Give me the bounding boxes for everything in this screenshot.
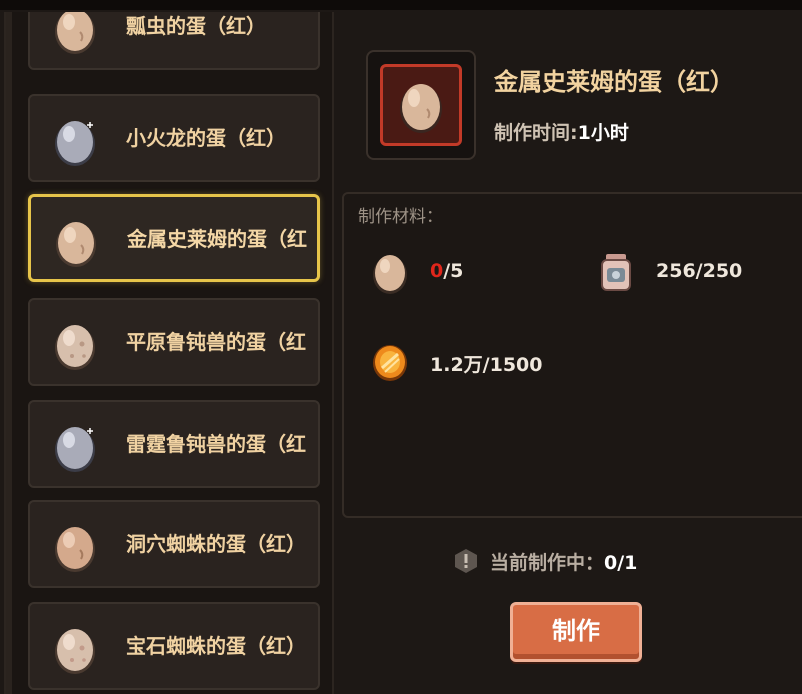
recipe-label: 金属史莱姆的蛋（红 [127, 227, 307, 251]
product-icon-frame [366, 50, 476, 160]
tan-egg-icon [50, 520, 100, 572]
top-bar [0, 0, 802, 10]
material-quantity: 256/250 [656, 260, 742, 282]
craft-time-value: 1小时 [577, 122, 629, 144]
recipe-item[interactable]: 宝石蜘蛛的蛋（红） [28, 602, 320, 690]
recipe-label: 雷霆鲁钝兽的蛋（红 [126, 432, 306, 456]
recipe-item[interactable]: 平原鲁钝兽的蛋（红 [28, 298, 320, 386]
tan-egg-icon [400, 84, 442, 133]
craft-time-label: 制作时间: [494, 122, 578, 144]
recipe-label: 洞穴蜘蛛的蛋（红） [126, 532, 306, 556]
recipe-item[interactable]: 雷霆鲁钝兽的蛋（红 [28, 400, 320, 488]
material-quantity: 1.2万/1500 [430, 350, 543, 377]
recipe-item[interactable]: 瓢虫的蛋（红） [28, 12, 320, 70]
egg-icon [370, 250, 410, 294]
recipe-item[interactable]: 洞穴蜘蛛的蛋（红） [28, 500, 320, 588]
silver-egg-icon [50, 114, 100, 166]
product-title: 金属史莱姆的蛋（红） [494, 68, 734, 96]
material-need: /1500 [482, 354, 543, 376]
spotted-egg-icon [50, 318, 100, 370]
recipe-item[interactable]: 小火龙的蛋（红） [28, 94, 320, 182]
craft-button[interactable]: 制作 [510, 602, 642, 662]
material-have: 1.2万 [430, 354, 483, 376]
warning-icon [454, 548, 478, 574]
spotted-egg-icon [50, 622, 100, 674]
coin-icon [370, 340, 410, 384]
jar-icon [596, 250, 636, 294]
status-label: 当前制作中： [490, 552, 605, 574]
recipe-list-panel[interactable]: 瓢虫的蛋（红） 小火龙的蛋（红） 金属史莱姆的蛋（红 平原鲁钝兽的蛋（红 雷霆鲁 [4, 12, 334, 694]
tan-egg-icon [51, 215, 101, 267]
status-value: 0/1 [604, 552, 638, 574]
recipe-item-selected[interactable]: 金属史莱姆的蛋（红 [28, 194, 320, 282]
materials-panel [342, 192, 802, 518]
material-have: 256 [656, 260, 696, 282]
materials-title: 制作材料： [358, 207, 443, 227]
recipe-label: 小火龙的蛋（红） [126, 126, 286, 150]
tan-egg-icon [50, 12, 100, 54]
product-icon-slot [380, 64, 462, 146]
material-have: 0 [430, 260, 444, 282]
material-need: /5 [443, 260, 464, 282]
recipe-label: 宝石蜘蛛的蛋（红） [126, 634, 306, 658]
material-quantity: 0/5 [430, 260, 463, 282]
scroll-rail[interactable] [6, 12, 12, 694]
silver-egg-icon [50, 420, 100, 472]
recipe-label: 平原鲁钝兽的蛋（红 [126, 330, 306, 354]
recipe-label: 瓢虫的蛋（红） [126, 14, 266, 38]
material-need: /250 [695, 260, 743, 282]
status-text: 当前制作中：0/1 [490, 548, 637, 575]
craft-time: 制作时间:1小时 [494, 118, 629, 145]
